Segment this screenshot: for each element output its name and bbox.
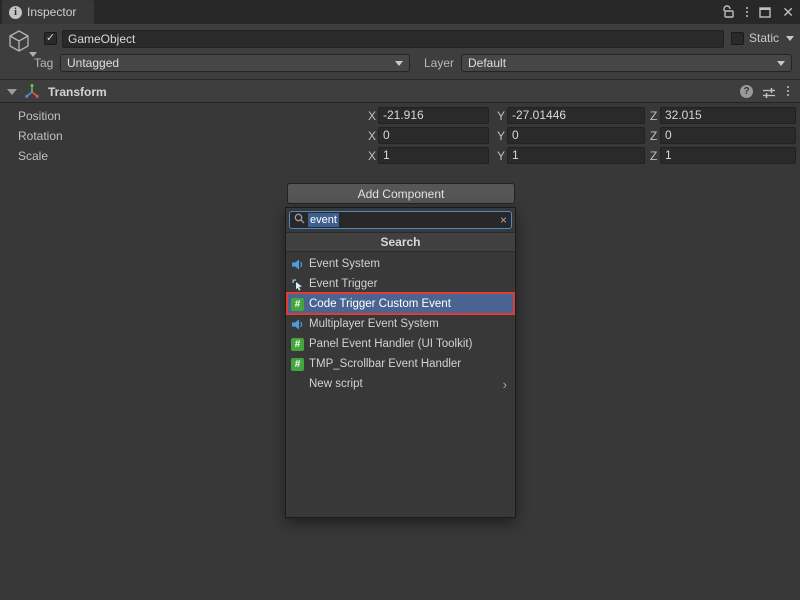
list-item-code-trigger-custom-event[interactable]: # Code Trigger Custom Event [286,294,515,314]
add-component-button[interactable]: Add Component [287,183,515,204]
active-checkbox[interactable]: ✓ [44,32,57,45]
event-trigger-icon [291,278,304,291]
tag-value: Untagged [67,56,119,70]
rotation-z-field[interactable]: 0 [660,127,796,144]
item-label: Event System [309,258,380,270]
item-label: Multiplayer Event System [309,318,439,330]
search-query-text: event [308,213,339,227]
maximize-icon[interactable] [759,7,771,18]
clear-search-icon[interactable]: × [500,214,507,226]
gameobject-name-field[interactable]: GameObject [62,30,724,48]
foldout-arrow-icon[interactable] [7,89,17,95]
axis-y-label: Y [497,149,505,163]
axis-x-label: X [368,129,376,143]
event-system-icon [291,318,304,331]
axis-x-label: X [368,109,376,123]
tag-label: Tag [34,56,53,70]
list-item-tmp-scrollbar-event-handler[interactable]: # TMP_Scrollbar Event Handler [286,354,515,374]
layer-label: Layer [424,56,454,70]
position-label: Position [18,109,61,123]
popup-section-header: Search [286,232,515,252]
transform-title: Transform [48,85,107,99]
axis-z-label: Z [650,109,657,123]
tab-inspector[interactable]: i Inspector [2,0,94,24]
csharp-script-icon: # [291,358,304,371]
axis-z-label: Z [650,149,657,163]
blank-icon-spacer [291,378,304,391]
item-label: TMP_Scrollbar Event Handler [309,358,461,370]
item-label: Panel Event Handler (UI Toolkit) [309,338,472,350]
position-y-field[interactable]: -27.01446 [507,107,645,124]
presets-icon[interactable] [762,86,776,104]
csharp-script-icon: # [291,298,304,311]
axis-y-label: Y [497,109,505,123]
scale-y-field[interactable]: 1 [507,147,645,164]
static-dropdown-caret[interactable] [786,36,794,41]
item-label: New script [309,378,363,390]
layer-dropdown[interactable]: Default [461,54,792,72]
static-label: Static [749,31,779,45]
tag-dropdown[interactable]: Untagged [60,54,410,72]
scale-x-field[interactable]: 1 [378,147,489,164]
help-icon[interactable]: ? [740,85,753,98]
item-label: Event Trigger [309,278,377,290]
kebab-menu-icon[interactable] [787,86,789,96]
component-search-input[interactable]: event × [289,211,512,229]
transform-header[interactable]: Transform ? [0,80,800,103]
csharp-script-icon: # [291,338,304,351]
axis-z-label: Z [650,129,657,143]
transform-axis-icon [24,83,40,104]
tab-label: Inspector [27,5,76,19]
gameobject-header: ✓ GameObject Static Tag Untagged Layer D… [0,24,800,80]
list-item-multiplayer-event-system[interactable]: Multiplayer Event System [286,314,515,334]
axis-x-label: X [368,149,376,163]
chevron-down-icon [395,61,403,66]
scale-label: Scale [18,149,48,163]
position-x-field[interactable]: -21.916 [378,107,489,124]
rotation-label: Rotation [18,129,63,143]
scale-z-field[interactable]: 1 [660,147,796,164]
item-label: Code Trigger Custom Event [309,298,451,310]
rotation-x-field[interactable]: 0 [378,127,489,144]
list-item-panel-event-handler[interactable]: # Panel Event Handler (UI Toolkit) [286,334,515,354]
list-item-event-trigger[interactable]: Event Trigger [286,274,515,294]
list-item-new-script[interactable]: New script › [286,374,515,394]
layer-value: Default [468,56,506,70]
close-icon[interactable]: ✕ [782,5,794,19]
add-component-popup: event × Search Event System Event Trigge… [285,207,516,518]
chevron-right-icon: › [503,377,507,392]
info-icon: i [9,6,22,19]
search-icon [294,211,305,229]
axis-y-label: Y [497,129,505,143]
event-system-icon [291,258,304,271]
chevron-down-icon [777,61,785,66]
kebab-menu-icon[interactable] [746,7,748,17]
position-z-field[interactable]: 32.015 [660,107,796,124]
list-item-event-system[interactable]: Event System [286,254,515,274]
lock-icon[interactable] [722,5,735,19]
window-titlebar: i Inspector ✕ [0,0,800,24]
static-checkbox[interactable] [731,32,744,45]
rotation-y-field[interactable]: 0 [507,127,645,144]
